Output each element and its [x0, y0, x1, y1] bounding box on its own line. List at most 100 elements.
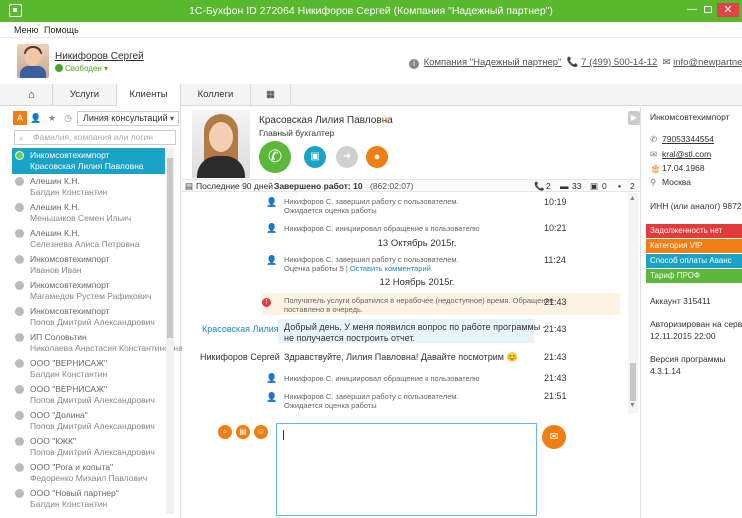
user-icon: 👤: [266, 255, 278, 265]
tab-grid[interactable]: ▦: [251, 84, 291, 106]
status-icon: [15, 411, 24, 420]
system-message: Никифоров С. инициировал обращение к пол…: [284, 224, 480, 233]
client-company: Инкомсовтехимпорт: [30, 150, 110, 160]
search-input[interactable]: ⌕ Фамилия, компания или логин: [14, 130, 176, 145]
client-list-item[interactable]: Инкомсовтехимпорт Иванов Иван: [12, 252, 165, 278]
client-person: Попов Дмитрий Александрович: [30, 317, 155, 327]
company-email[interactable]: info@newpartner.com: [673, 57, 742, 68]
stats-bar: ▤ Последние 90 дней Завершено работ: 10 …: [182, 179, 642, 192]
menu-item-help[interactable]: Помощь: [44, 25, 79, 35]
line-select[interactable]: Линия консультаций ▾: [77, 111, 179, 126]
filter-star-button[interactable]: ★: [45, 111, 59, 125]
menu-bar: Меню Помощь: [0, 22, 742, 38]
scroll-thumb[interactable]: [167, 158, 173, 338]
client-company: Алешин К.Н.: [30, 176, 80, 186]
maximize-icon: [704, 6, 712, 13]
client-list-item[interactable]: Инкомсовтехимпорт Магамедов Рустем Рафико…: [12, 278, 165, 304]
company-phone[interactable]: 7 (499) 500-14-12: [581, 57, 657, 68]
menu-item-menu[interactable]: Меню: [14, 25, 38, 35]
scroll-thumb[interactable]: [630, 363, 636, 401]
message-time: 21:43: [544, 352, 567, 362]
detail-email: ✉ kral@stl.com: [650, 149, 711, 160]
client-company: Инкомсовтехимпорт: [30, 306, 110, 316]
contact-role: Главный бухгалтер: [259, 128, 335, 138]
client-list-item[interactable]: Инкомсовтехимпорт Попов Дмитрий Александр…: [12, 304, 165, 330]
message-time: 21:43: [544, 373, 567, 383]
client-list-item[interactable]: Алешин К.Н. Селезнева Алиса Петровна: [12, 226, 165, 252]
screen-share-button[interactable]: ▣: [304, 146, 326, 168]
client-list-item[interactable]: ООО "КЖК" Попов Дмитрий Александрович: [12, 434, 165, 460]
user-name[interactable]: Никифоров Сергей: [55, 51, 144, 62]
status-label: Свободен ▾: [65, 64, 109, 73]
screens-icon: ▣: [590, 181, 599, 191]
search-history-button[interactable]: ⌕: [218, 425, 232, 439]
client-list-item[interactable]: ООО "ВЕРНИСАЖ" Балдин Константин: [12, 356, 165, 382]
forward-button[interactable]: ➜: [336, 146, 358, 168]
emoji-button[interactable]: ☺: [254, 425, 268, 439]
collapse-panel-button[interactable]: ▶: [628, 111, 640, 125]
client-list-item[interactable]: Инкомсовтехимпорт Красовская Лилия Павлов…: [12, 148, 165, 174]
status-icon: [15, 203, 24, 212]
mail-icon: ✉: [650, 149, 658, 159]
client-list-item[interactable]: ООО "ВЕРНИСАЖ" Попов Дмитрий Александрови…: [12, 382, 165, 408]
chats-count: 33: [572, 181, 582, 191]
tab-colleagues[interactable]: Коллеги: [181, 84, 251, 106]
company-link[interactable]: Компания "Надежный партнер": [424, 57, 562, 68]
filter-all-button[interactable]: A: [13, 111, 27, 125]
detail-auth-date: 12.11.2015 22:00: [650, 331, 716, 341]
grid-icon: ▦: [266, 89, 275, 100]
client-list-item[interactable]: ООО "Долина" Попов Дмитрий Александрович: [12, 408, 165, 434]
message-text: Здравствуйте, Лилия Павловна! Давайте по…: [284, 352, 518, 362]
client-list-item[interactable]: Алешин К.Н. Балдин Константин: [12, 174, 165, 200]
chat-scrollbar[interactable]: ▲ ▼: [628, 193, 638, 413]
detail-email-link[interactable]: kral@stl.com: [662, 149, 711, 159]
completed-label: Завершено работ: 10: [274, 181, 363, 191]
calls-count: 2: [546, 181, 551, 191]
message-time: 21:43: [544, 297, 567, 307]
client-person: Магамедов Рустем Рафикович: [30, 291, 152, 301]
favorite-star-icon[interactable]: ☆: [380, 113, 390, 126]
detail-phone-link[interactable]: 79053344554: [662, 134, 714, 144]
user-profile-button[interactable]: ●: [366, 146, 388, 168]
message-input[interactable]: [276, 423, 537, 516]
close-button[interactable]: ✕: [717, 3, 739, 17]
badge-category: Категория VIP: [646, 239, 742, 253]
client-list-item[interactable]: ООО "Рога и копыта" Федоренко Михаил Павл…: [12, 460, 165, 486]
call-button[interactable]: ✆: [259, 141, 291, 173]
message-time: 10:19: [544, 197, 567, 207]
leave-comment-link[interactable]: Оставить комментарий: [350, 264, 431, 273]
location-icon: ⚲: [650, 177, 657, 187]
status-icon: [15, 281, 24, 290]
maximize-button[interactable]: [701, 3, 715, 17]
contact-name: Красовская Лилия Павловна: [259, 115, 393, 126]
scroll-down-icon[interactable]: ▼: [629, 402, 636, 409]
client-list-item[interactable]: Алешин К.Н. Меньшиков Семен Ильич: [12, 200, 165, 226]
message-sender: Никифоров Сергей: [200, 352, 280, 362]
client-company: Алешин К.Н.: [30, 202, 80, 212]
scroll-up-icon[interactable]: ▲: [629, 195, 636, 202]
status-icon: [15, 255, 24, 264]
message-sender: Красовская Лилия: [202, 324, 279, 334]
line-select-value: Линия консультаций: [83, 113, 168, 123]
send-button[interactable]: ✉: [542, 425, 566, 449]
templates-button[interactable]: ▤: [236, 425, 250, 439]
text-cursor: [283, 430, 284, 440]
tab-home[interactable]: ⌂: [11, 84, 53, 106]
minimize-button[interactable]: —: [684, 3, 700, 17]
badge-debt: Задолженность нет: [646, 224, 742, 238]
period-label[interactable]: Последние 90 дней: [196, 181, 273, 191]
status-icon: [15, 177, 24, 186]
filter-recent-button[interactable]: ◷: [61, 111, 75, 125]
client-company: Алешин К.Н.: [30, 228, 80, 238]
avatar[interactable]: [17, 44, 49, 78]
user-status[interactable]: Свободен ▾: [55, 64, 108, 73]
tab-clients[interactable]: Клиенты: [117, 84, 181, 107]
client-list-item[interactable]: ООО "Новый партнер" Балдин Константин: [12, 486, 165, 512]
calendar-icon: ▤: [185, 181, 194, 191]
tasks-icon: ▪: [618, 181, 622, 191]
client-company: ООО "Рога и копыта": [30, 462, 114, 472]
tab-services[interactable]: Услуги: [53, 84, 117, 106]
client-list-scrollbar[interactable]: [166, 148, 174, 514]
filter-person-button[interactable]: 👤: [29, 111, 43, 125]
client-list-item[interactable]: ИП Соловьтин Николаева Анастасия Констант…: [12, 330, 183, 356]
